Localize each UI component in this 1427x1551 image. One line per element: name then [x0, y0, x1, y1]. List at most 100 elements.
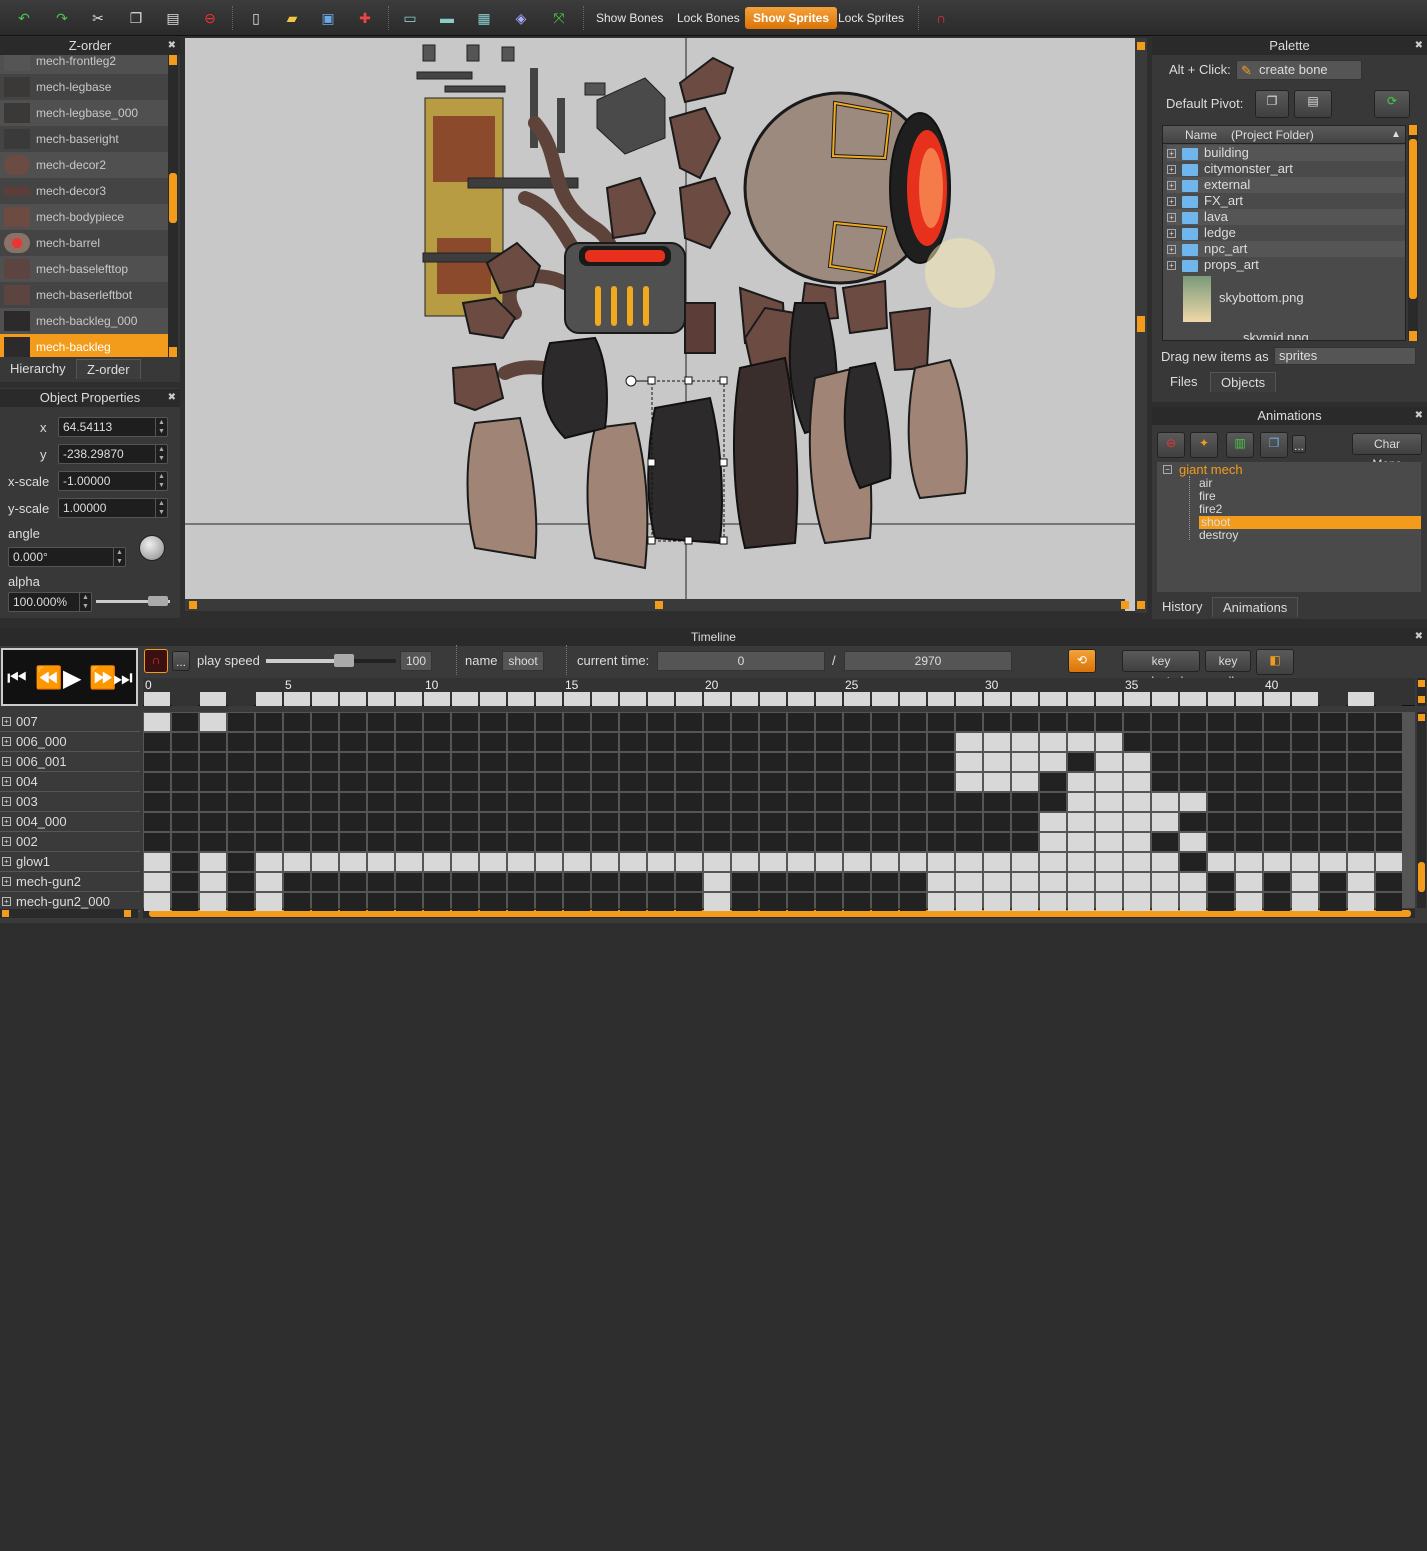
- key-selected-button[interactable]: key selected: [1122, 650, 1200, 688]
- keyframe-cell[interactable]: [844, 873, 870, 891]
- zorder-item[interactable]: mech-baselefttop: [0, 256, 168, 282]
- cut-icon[interactable]: ✂: [88, 8, 108, 28]
- keyframe-cell[interactable]: [480, 733, 506, 751]
- keyframe-cell[interactable]: [648, 753, 674, 771]
- keyframe-cell[interactable]: [732, 733, 758, 751]
- ruler-cell[interactable]: [1124, 692, 1150, 706]
- keyframe-cell[interactable]: [1320, 853, 1346, 871]
- palette-scrollbar[interactable]: [1408, 125, 1418, 341]
- copy-icon[interactable]: ❐: [126, 8, 146, 28]
- keyframe-cell[interactable]: [1236, 833, 1262, 851]
- ruler-cell[interactable]: [788, 692, 814, 706]
- ruler-cell[interactable]: [928, 692, 954, 706]
- expand-icon[interactable]: +: [1167, 213, 1176, 223]
- key-all-button[interactable]: key all: [1205, 650, 1251, 688]
- animation-root[interactable]: giant mech: [1179, 462, 1243, 477]
- keyframe-cell[interactable]: [480, 793, 506, 811]
- keyframe-cell[interactable]: [312, 733, 338, 751]
- keyframe-cell[interactable]: [536, 713, 562, 731]
- keyframe-cell[interactable]: [396, 773, 422, 791]
- folder-row[interactable]: + FX_art: [1167, 193, 1405, 209]
- ruler-cell[interactable]: [620, 692, 646, 706]
- keyframe-cell[interactable]: [1124, 793, 1150, 811]
- add-icon[interactable]: ✚: [355, 8, 375, 28]
- keyframe-cell[interactable]: [536, 753, 562, 771]
- zorder-item[interactable]: mech-backleg_000: [0, 308, 168, 334]
- ruler-cell[interactable]: [368, 692, 394, 706]
- zorder-scrollbar[interactable]: [168, 55, 178, 357]
- keyframe-cell[interactable]: [1264, 733, 1290, 751]
- ruler-cell[interactable]: [816, 692, 842, 706]
- more-button[interactable]: ...: [172, 651, 190, 671]
- keyframe-cell[interactable]: [984, 713, 1010, 731]
- keyframe-cell[interactable]: [1152, 813, 1178, 831]
- redo-icon[interactable]: ↷: [52, 8, 72, 28]
- keyframe-cell[interactable]: [844, 813, 870, 831]
- keyframe-cell[interactable]: [984, 753, 1010, 771]
- keyframe-cell[interactable]: [172, 733, 198, 751]
- keyframe-cell[interactable]: [536, 733, 562, 751]
- alpha-slider-handle[interactable]: [148, 596, 168, 606]
- keyframe-cell[interactable]: [228, 733, 254, 751]
- keyframe-cell[interactable]: [1264, 833, 1290, 851]
- keyframe-cell[interactable]: [844, 853, 870, 871]
- keyframe-cell[interactable]: [256, 713, 282, 731]
- keyframe-cell[interactable]: [256, 773, 282, 791]
- keyframe-cell[interactable]: [340, 873, 366, 891]
- keyframe-cell[interactable]: [172, 753, 198, 771]
- keyframe-cell[interactable]: [676, 873, 702, 891]
- keyframe-cell[interactable]: [452, 773, 478, 791]
- keyframe-cell[interactable]: [1180, 833, 1206, 851]
- keyframe-cell[interactable]: [144, 733, 170, 751]
- expand-icon[interactable]: +: [2, 817, 11, 826]
- scroll-left-icon[interactable]: [2, 910, 9, 917]
- keyframe-cell[interactable]: [1236, 793, 1262, 811]
- keyframe-cell[interactable]: [340, 773, 366, 791]
- close-icon[interactable]: ✖: [1415, 628, 1423, 646]
- keyframe-cell[interactable]: [424, 853, 450, 871]
- keyframe-cell[interactable]: [760, 793, 786, 811]
- keyframe-cell[interactable]: [732, 853, 758, 871]
- more-button[interactable]: ...: [1292, 435, 1306, 453]
- expand-icon[interactable]: +: [1167, 181, 1176, 191]
- keyframe-cell[interactable]: [564, 893, 590, 911]
- keyframe-cell[interactable]: [1208, 893, 1234, 911]
- keyframe-cell[interactable]: [676, 753, 702, 771]
- keyframe-cell[interactable]: [788, 733, 814, 751]
- keyframe-cell[interactable]: [1292, 733, 1318, 751]
- scroll-down-icon[interactable]: [1409, 331, 1417, 341]
- expand-icon[interactable]: +: [1167, 229, 1176, 239]
- keyframe-cell[interactable]: [1320, 873, 1346, 891]
- ruler-cell[interactable]: [424, 692, 450, 706]
- keyframe-cell[interactable]: [676, 813, 702, 831]
- keyframe-cell[interactable]: [1320, 793, 1346, 811]
- keyframe-cell[interactable]: [480, 853, 506, 871]
- keyframe-cell[interactable]: [816, 893, 842, 911]
- keyframe-cell[interactable]: [1292, 873, 1318, 891]
- close-icon[interactable]: ✖: [168, 37, 176, 55]
- keyframe-cell[interactable]: [1068, 733, 1094, 751]
- keyframe-cell[interactable]: [1124, 713, 1150, 731]
- yscale-input[interactable]: 1.00000 ▲ ▼: [58, 498, 168, 518]
- keyframe-cell[interactable]: [508, 853, 534, 871]
- ruler-cell[interactable]: [1320, 692, 1346, 706]
- keyframe-cell[interactable]: [928, 713, 954, 731]
- tab-files[interactable]: Files: [1160, 372, 1207, 392]
- keyframe-cell[interactable]: [928, 733, 954, 751]
- keyframe-cell[interactable]: [1264, 793, 1290, 811]
- keyframe-cell[interactable]: [816, 713, 842, 731]
- keyframe-cell[interactable]: [1348, 893, 1374, 911]
- keyframe-cell[interactable]: [368, 893, 394, 911]
- angle-dial[interactable]: [139, 535, 165, 561]
- expand-icon[interactable]: +: [2, 857, 11, 866]
- keyframe-cell[interactable]: [732, 793, 758, 811]
- keyframe-cell[interactable]: [788, 813, 814, 831]
- step-forward-icon[interactable]: ⏩: [89, 665, 116, 691]
- keyframe-cell[interactable]: [984, 893, 1010, 911]
- tab-animations[interactable]: Animations: [1212, 597, 1299, 617]
- timeline-row[interactable]: + glow1: [0, 852, 140, 872]
- keyframe-cell[interactable]: [620, 773, 646, 791]
- expand-icon[interactable]: +: [2, 717, 11, 726]
- keyframe-cell[interactable]: [1376, 813, 1402, 831]
- scrollbar-thumb[interactable]: [169, 173, 177, 223]
